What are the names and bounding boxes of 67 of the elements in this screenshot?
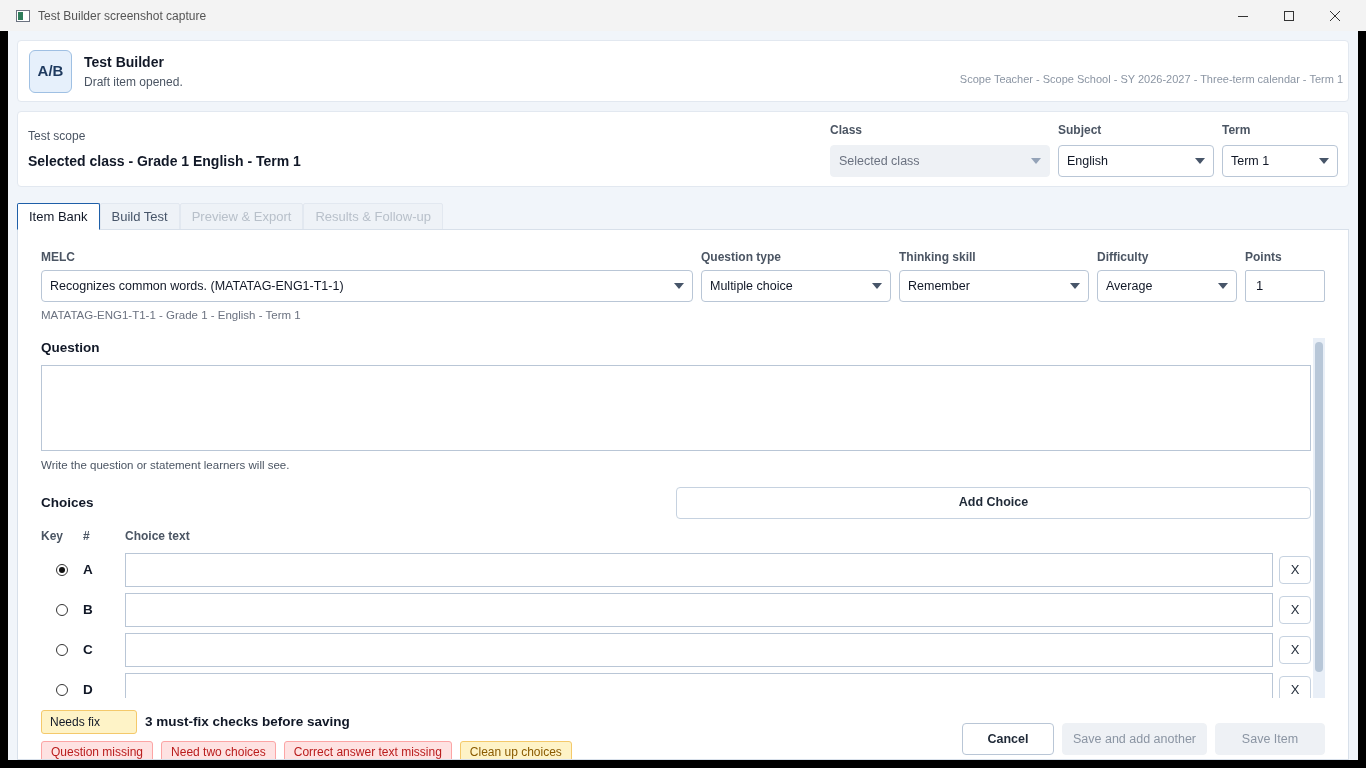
- field-label: Question type: [701, 249, 782, 266]
- dropdown-field[interactable]: Multiple choice: [701, 270, 891, 302]
- column-header: Key: [41, 527, 64, 545]
- choice-text-field[interactable]: [125, 632, 1273, 667]
- tab[interactable]: Build Test: [99, 203, 180, 230]
- dropdown-caret-icon: [872, 283, 882, 289]
- close-icon[interactable]: [1329, 9, 1341, 22]
- dropdown-caret-icon: [1070, 283, 1080, 289]
- scope-label: Test scope: [28, 127, 87, 145]
- window-title: Test Builder screenshot capture: [38, 7, 207, 25]
- maximize-icon[interactable]: [1283, 9, 1295, 22]
- column-header: #: [83, 527, 91, 545]
- scope-value: Selected class - Grade 1 English - Term 1: [28, 151, 302, 171]
- section-title: Question: [41, 339, 101, 358]
- choice-letter: B: [83, 600, 94, 619]
- field-label: Term: [1222, 122, 1252, 139]
- status-badge: Needs fix: [41, 710, 137, 735]
- choice-letter: C: [83, 640, 94, 659]
- check-chip: Correct answer text missing: [283, 741, 452, 759]
- points-field[interactable]: 1: [1245, 270, 1325, 302]
- field-label: Class: [830, 122, 864, 139]
- dropdown-caret-icon: [674, 283, 684, 289]
- choice-letter: A: [83, 560, 94, 579]
- choice-text-field[interactable]: [125, 672, 1273, 699]
- choice-text-field[interactable]: [125, 552, 1273, 587]
- field-label: Points: [1245, 249, 1283, 266]
- remove-choice-button[interactable]: X: [1279, 635, 1311, 664]
- answer-key-radio[interactable]: [56, 643, 68, 656]
- dropdown-field[interactable]: Remember: [899, 270, 1089, 302]
- context-text: Scope Teacher - Scope School - SY 2026-2027 - Three-term calendar - Term 1: [959, 71, 1343, 87]
- dropdown-caret-icon: [1195, 158, 1205, 164]
- dropdown-caret-icon: [1218, 283, 1228, 289]
- remove-choice-button[interactable]: X: [1279, 555, 1311, 584]
- remove-choice-button[interactable]: X: [1279, 675, 1311, 699]
- app-subtitle: Draft item opened.: [84, 73, 183, 91]
- answer-key-radio[interactable]: [56, 683, 68, 696]
- remove-choice-button[interactable]: X: [1279, 595, 1311, 624]
- dropdown-field[interactable]: English: [1058, 145, 1214, 177]
- melc-hint: MATATAG-ENG1-T1-1 - Grade 1 - English - Term 1: [41, 308, 302, 323]
- dropdown-field[interactable]: Recognizes common words. (MATATAG-ENG1-T1-1): [41, 270, 693, 302]
- app-icon: [16, 9, 30, 22]
- check-chip: Need two choices: [161, 741, 276, 759]
- dropdown-caret-icon: [1031, 158, 1041, 164]
- tab[interactable]: Item Bank: [17, 203, 100, 230]
- question-field[interactable]: [41, 364, 1311, 451]
- dropdown-field[interactable]: Term 1: [1222, 145, 1338, 177]
- dropdown-field[interactable]: Average: [1097, 270, 1237, 302]
- choice-letter: D: [83, 680, 94, 699]
- logo-tile: A/B: [29, 49, 72, 93]
- status-summary: 3 must-fix checks before saving: [145, 713, 350, 732]
- scrollbar[interactable]: [1313, 338, 1325, 699]
- answer-key-radio[interactable]: [56, 603, 68, 616]
- answer-key-radio[interactable]: [56, 563, 68, 576]
- check-chip: Clean up choices: [459, 741, 572, 759]
- field-label: Difficulty: [1097, 249, 1150, 266]
- check-chip: Question missing: [41, 741, 154, 759]
- choice-text-field[interactable]: [125, 592, 1273, 627]
- footer-button[interactable]: Cancel: [962, 723, 1054, 756]
- dropdown-caret-icon: [1319, 158, 1329, 164]
- field-label: Subject: [1058, 122, 1103, 139]
- section-title: Choices: [41, 493, 95, 512]
- field-label: Thinking skill: [899, 249, 977, 266]
- app-title: Test Builder: [84, 52, 165, 72]
- question-hint: Write the question or statement learners will see.: [41, 457, 291, 473]
- field-label: MELC: [41, 249, 76, 266]
- column-header: Choice text: [125, 527, 190, 545]
- add-choice-button[interactable]: Add Choice: [676, 486, 1311, 519]
